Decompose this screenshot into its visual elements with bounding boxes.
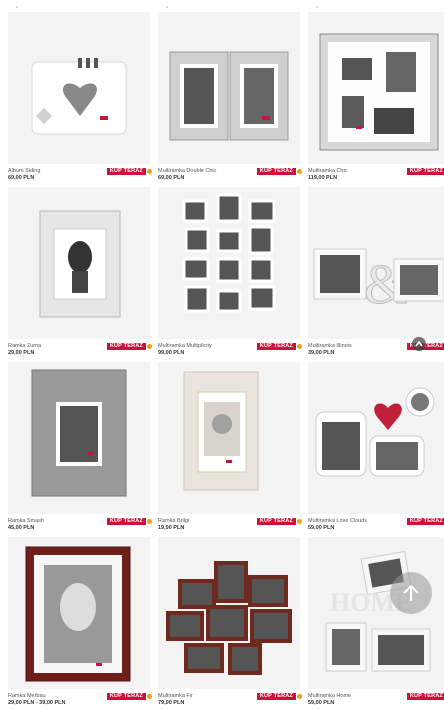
coin-icon <box>147 519 152 524</box>
buy-now-button[interactable]: KUP TERAZ <box>106 693 146 700</box>
divider-dot <box>316 6 318 8</box>
chevron-up-icon <box>415 340 423 347</box>
product-card[interactable]: Ramka Brilgi 19,00 PLN KUP TERAZ <box>158 350 302 531</box>
product-card[interactable]: Album Siding 69,00 PLN KUP TERAZ <box>8 0 152 181</box>
brilgi-frame-image <box>183 371 259 491</box>
buy-now-button[interactable]: KUP TERAZ <box>106 168 146 175</box>
arrow-up-icon <box>403 584 419 601</box>
product-price: 79,00 PLN <box>158 700 185 706</box>
product-image[interactable] <box>158 362 300 514</box>
buy-now-button[interactable]: KUP TERAZ <box>256 168 296 175</box>
home-multiframe-image: HOME <box>325 550 431 672</box>
illinois-image: & <box>313 248 444 317</box>
fir-multiframe-image <box>166 561 292 675</box>
product-name[interactable]: Multiramka Chic <box>308 168 347 174</box>
double-chic-image <box>169 51 289 141</box>
product-card[interactable]: Multiramka Love Clouds 59,00 PLN KUP TER… <box>308 350 444 531</box>
product-price: 59,00 PLN <box>308 700 335 706</box>
product-card[interactable]: Multiramka Chic 119,00 PLN KUP TERAZ <box>308 0 444 181</box>
product-card[interactable]: Ramka Smash 45,00 PLN KUP TERAZ <box>8 350 152 531</box>
album-siding-image <box>31 58 127 135</box>
product-image[interactable] <box>308 362 444 514</box>
buy-now-button[interactable]: KUP TERAZ <box>256 343 296 350</box>
divider-dot <box>16 6 18 8</box>
chic-multiframe-image <box>319 33 439 151</box>
scroll-up-button[interactable] <box>412 337 426 351</box>
product-card[interactable]: Ramka Zuma 29,00 PLN KUP TERAZ <box>8 175 152 356</box>
product-image[interactable] <box>8 12 150 164</box>
product-image[interactable] <box>8 187 150 339</box>
scroll-to-top-button[interactable] <box>390 572 432 614</box>
product-name[interactable]: Ramka Smash <box>8 518 44 524</box>
product-grid: Album Siding 69,00 PLN KUP TERAZ Multira… <box>8 0 444 706</box>
product-name[interactable]: Multiramka Love Clouds <box>308 518 367 524</box>
product-name[interactable]: Ramka Brilgi <box>158 518 189 524</box>
product-card[interactable]: HOME Multiramka Home 59,00 PLN KUP TERAZ <box>308 525 444 706</box>
merbau-frame-image <box>25 546 131 682</box>
product-image[interactable]: & <box>308 187 444 339</box>
coin-icon <box>297 169 302 174</box>
buy-now-button[interactable]: KUP TERAZ <box>406 693 444 700</box>
buy-now-button[interactable]: KUP TERAZ <box>256 693 296 700</box>
product-name[interactable]: Multiramka Double Chic <box>158 168 216 174</box>
product-name[interactable]: Multiramka Illinois <box>308 343 352 349</box>
product-image[interactable] <box>8 537 150 689</box>
product-image[interactable] <box>158 12 300 164</box>
buy-now-button[interactable]: KUP TERAZ <box>106 343 146 350</box>
coin-icon <box>147 694 152 699</box>
product-name[interactable]: Ramka Zuma <box>8 343 41 349</box>
product-image[interactable] <box>308 12 444 164</box>
coin-icon <box>297 694 302 699</box>
coin-icon <box>147 169 152 174</box>
product-card[interactable]: Multiramka Double Chic 69,00 PLN KUP TER… <box>158 0 302 181</box>
love-clouds-image <box>315 387 435 477</box>
product-card[interactable]: Ramka Merbau 29,00 PLN - 39,00 PLN KUP T… <box>8 525 152 706</box>
buy-now-button[interactable]: KUP TERAZ <box>106 518 146 525</box>
product-card[interactable]: Multiramka Fir 79,00 PLN KUP TERAZ <box>158 525 302 706</box>
product-card[interactable]: & Multiramka Illinois 39,00 PLN KUP TERA… <box>308 175 444 356</box>
multiplicity-image <box>182 193 276 313</box>
buy-now-button[interactable]: KUP TERAZ <box>406 168 444 175</box>
product-name[interactable]: Album Siding <box>8 168 40 174</box>
zuma-frame-image <box>39 210 121 318</box>
product-name[interactable]: Multiramka Fir <box>158 693 193 699</box>
product-name[interactable]: Multiramka Home <box>308 693 351 699</box>
coin-icon <box>297 344 302 349</box>
product-image[interactable] <box>158 187 300 339</box>
smash-frame-image <box>31 369 127 497</box>
buy-now-button[interactable]: KUP TERAZ <box>406 518 444 525</box>
product-image[interactable] <box>158 537 300 689</box>
product-card[interactable]: Multiramka Multiplicity 99,00 PLN KUP TE… <box>158 175 302 356</box>
coin-icon <box>147 344 152 349</box>
divider-dot <box>166 6 168 8</box>
product-image[interactable]: HOME <box>308 537 444 689</box>
buy-now-button[interactable]: KUP TERAZ <box>256 518 296 525</box>
product-price: 29,00 PLN - 39,00 PLN <box>8 700 66 706</box>
coin-icon <box>297 519 302 524</box>
product-image[interactable] <box>8 362 150 514</box>
product-name[interactable]: Multiramka Multiplicity <box>158 343 212 349</box>
product-name[interactable]: Ramka Merbau <box>8 693 46 699</box>
